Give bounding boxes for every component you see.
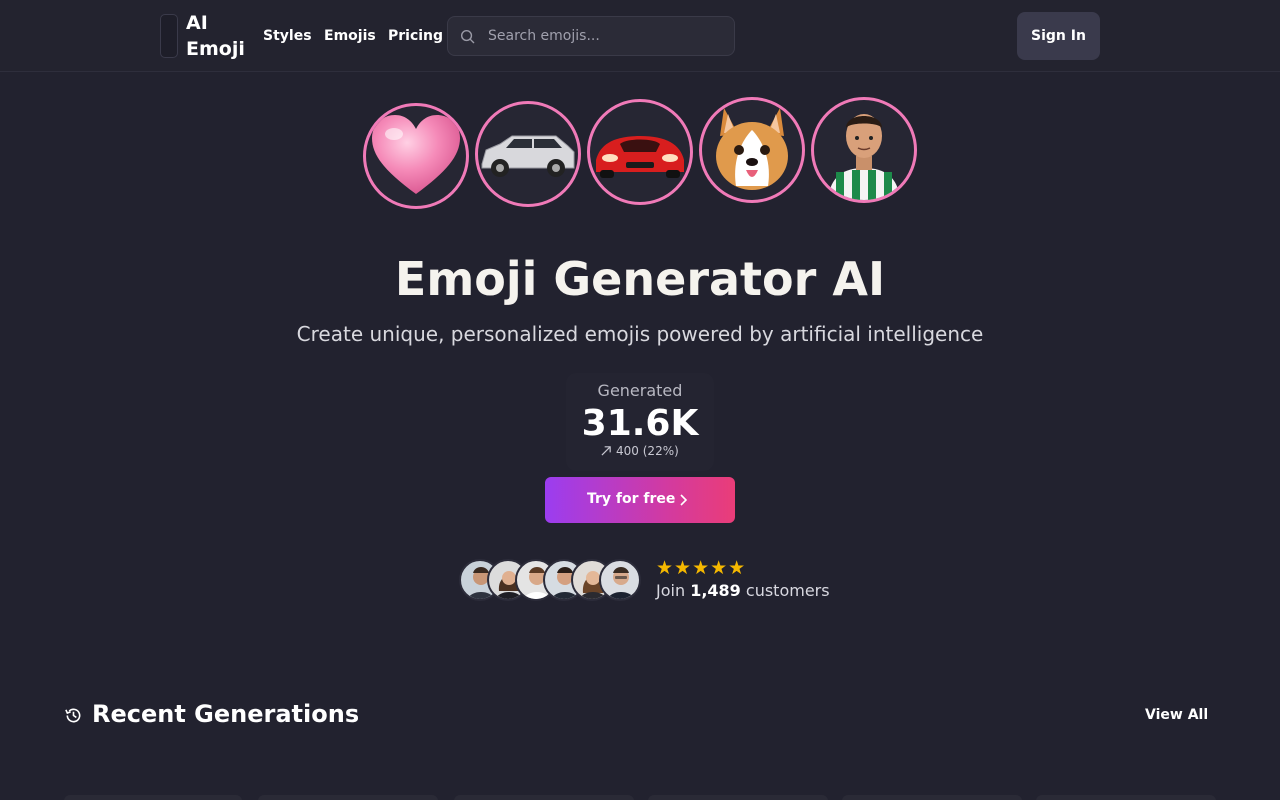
logo-line-2: Emoji (186, 38, 245, 60)
avatar (599, 559, 641, 601)
search-icon (460, 29, 475, 44)
generation-card[interactable] (64, 795, 242, 800)
generation-card[interactable] (1036, 795, 1216, 800)
logo-mark[interactable] (160, 14, 178, 58)
stat-value: 31.6K (581, 403, 699, 444)
search-input[interactable] (488, 17, 728, 55)
trend-up-icon (601, 446, 611, 456)
generation-card[interactable] (842, 795, 1022, 800)
header: AI Emoji Styles Emojis Pricing Sign In (0, 0, 1280, 72)
join-customers-text: Join 1,489 customers (656, 581, 830, 600)
customer-avatars (459, 559, 644, 601)
chevron-right-icon (680, 494, 688, 506)
generation-card[interactable] (648, 795, 828, 800)
stat-label: Generated (597, 381, 683, 400)
page-subtitle: Create unique, personalized emojis power… (296, 322, 984, 346)
generated-stat: Generated 31.6K 400 (22%) (566, 373, 714, 471)
search-box[interactable] (447, 16, 735, 56)
suv-car-emoji[interactable] (475, 101, 581, 207)
sign-in-button[interactable]: Sign In (1017, 12, 1100, 60)
rating-stars: ★★★★★ (656, 557, 747, 579)
generation-card[interactable] (454, 795, 634, 800)
heart-emoji[interactable] (363, 103, 469, 209)
recent-generations-title: Recent Generations (92, 700, 360, 728)
nav-pricing[interactable]: Pricing (388, 27, 443, 45)
nav-emojis[interactable]: Emojis (324, 27, 376, 45)
logo-line-1: AI (186, 12, 208, 34)
view-all-link[interactable]: View All (1145, 707, 1208, 723)
try-for-free-label: Try for free (587, 491, 676, 507)
history-icon (65, 708, 81, 723)
logo-text[interactable]: AI Emoji (186, 10, 256, 62)
nav-styles[interactable]: Styles (263, 27, 312, 45)
page-title: Emoji Generator AI (394, 252, 886, 306)
corgi-dog-emoji[interactable] (699, 97, 805, 203)
customer-count: 1,489 (690, 581, 741, 600)
soccer-player-emoji[interactable] (811, 97, 917, 203)
stat-change-text: 400 (22%) (616, 444, 679, 458)
stat-change: 400 (22%) (566, 444, 714, 458)
join-suffix: customers (745, 581, 830, 600)
try-for-free-button[interactable]: Try for free (545, 477, 735, 523)
generation-card[interactable] (258, 795, 438, 800)
join-prefix: Join (656, 581, 686, 600)
red-sports-car-emoji[interactable] (587, 99, 693, 205)
